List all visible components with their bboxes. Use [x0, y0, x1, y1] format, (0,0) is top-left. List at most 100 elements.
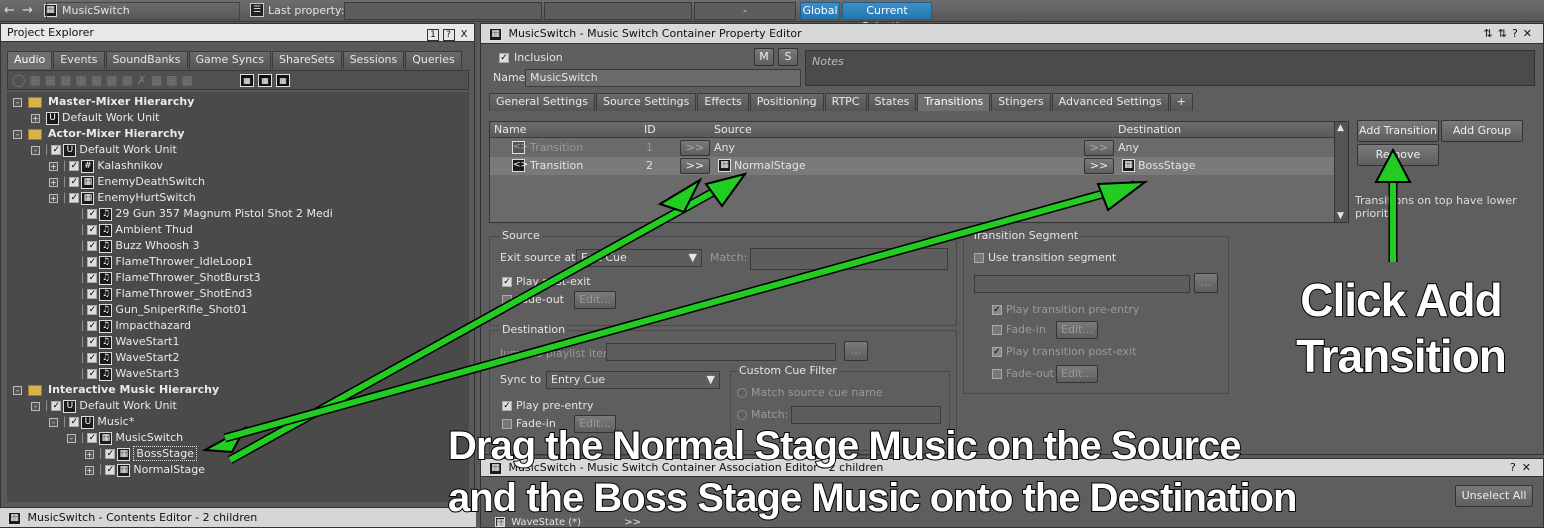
global-button[interactable]: Global [800, 2, 840, 20]
collapse-icon[interactable]: - [31, 401, 40, 411]
ts-fade-out-edit-button[interactable]: Edit... [1056, 365, 1098, 383]
tree-item[interactable]: + │ ✓ ▦ NormalStage [85, 462, 205, 478]
include-checkbox[interactable]: ✓ [87, 289, 98, 299]
ts-fade-in-checkbox[interactable] [992, 325, 1002, 335]
object-field[interactable] [46, 2, 240, 20]
close-icon[interactable]: ✕ [1523, 27, 1537, 40]
tree-item[interactable]: + │ ✓ ▦ EnemyDeathSwitch [49, 174, 205, 190]
tree-item[interactable]: - Actor-Mixer Hierarchy [13, 126, 185, 142]
include-checkbox[interactable]: ✓ [87, 321, 98, 331]
tree-item[interactable]: - │ ✓ U Default Work Unit [31, 142, 177, 158]
tab-effects[interactable]: Effects [697, 93, 749, 111]
play-post-exit-checkbox[interactable]: ✓ [502, 277, 512, 287]
collapse-icon[interactable]: - [13, 97, 22, 107]
tree-item[interactable]: │ ✓ ♫ FlameThrower_ShotEnd3 [67, 286, 252, 302]
tree-item[interactable]: - │ ✓ ▦ MusicSwitch [67, 430, 183, 446]
tree-item[interactable]: │ ✓ ♫ Ambient Thud [67, 222, 193, 238]
include-checkbox[interactable]: ✓ [105, 449, 116, 459]
solo-button[interactable]: S [778, 48, 798, 66]
use-transition-segment-checkbox[interactable] [974, 253, 984, 263]
expand-icon[interactable]: + [49, 161, 58, 171]
tree-item[interactable]: - Interactive Music Hierarchy [13, 382, 219, 398]
ts-fade-in-edit-button[interactable]: Edit... [1056, 321, 1098, 339]
help-icon[interactable]: ? [442, 29, 455, 41]
add-transition-button[interactable]: Add Transition [1357, 120, 1439, 142]
tab-states[interactable]: States [867, 93, 917, 111]
tree-item[interactable]: │ ✓ ♫ FlameThrower_ShotBurst3 [67, 270, 261, 286]
tree-item[interactable]: │ ✓ ♫ WaveStart2 [67, 350, 179, 366]
include-checkbox[interactable]: ✓ [69, 417, 80, 427]
remove-button[interactable]: Remove [1357, 144, 1439, 166]
tab-positioning[interactable]: Positioning [749, 93, 824, 111]
expand-icon[interactable]: + [49, 177, 58, 187]
jump-to-field[interactable] [606, 343, 836, 361]
destination-arrow-button[interactable]: >> [1084, 140, 1114, 156]
properties-icon[interactable]: ☰ [250, 3, 264, 17]
include-checkbox[interactable]: ✓ [87, 337, 98, 347]
tab-soundbanks[interactable]: SoundBanks [105, 51, 188, 69]
close-icon[interactable]: ✕ [1522, 461, 1537, 474]
match-field[interactable] [750, 248, 948, 270]
transition-segment-browse-button[interactable]: ... [1194, 273, 1218, 293]
source-arrow-button[interactable]: >> [680, 158, 710, 174]
jump-to-browse-button[interactable]: ... [844, 341, 868, 361]
music-segment-icon[interactable]: ▦ [240, 74, 254, 87]
tree-item[interactable]: │ ✓ ♫ FlameThrower_IdleLoop1 [67, 254, 253, 270]
tab-sharesets[interactable]: ShareSets [272, 51, 342, 69]
match-source-cue-radio[interactable] [737, 388, 747, 398]
scroll-down-icon[interactable]: ▼ [1337, 211, 1344, 221]
include-checkbox[interactable]: ✓ [87, 369, 98, 379]
table-row[interactable]: <> Transition 2 >> ▦ NormalStage >> ▦ Bo… [490, 157, 1335, 175]
include-checkbox[interactable]: ✓ [87, 353, 98, 363]
tab-transitions[interactable]: Transitions [917, 93, 991, 111]
destination-arrow-button[interactable]: >> [1084, 158, 1114, 174]
last-property-value-field[interactable] [544, 2, 692, 20]
include-checkbox[interactable]: ✓ [51, 145, 62, 155]
last-property-dash-field[interactable]: - [694, 2, 796, 20]
tree-item[interactable]: - │ ✓ U Default Work Unit [31, 398, 177, 414]
include-checkbox[interactable]: ✓ [87, 209, 98, 219]
tab-source-settings[interactable]: Source Settings [595, 93, 697, 111]
tree-item[interactable]: │ ✓ ♫ Buzz Whoosh 3 [67, 238, 200, 254]
tree-item[interactable]: │ ✓ ♫ WaveStart1 [67, 334, 179, 350]
include-checkbox[interactable]: ✓ [105, 465, 116, 475]
include-checkbox[interactable]: ✓ [87, 225, 98, 235]
arrow-right-icon[interactable]: → [22, 3, 33, 18]
play-pre-entry-checkbox[interactable]: ✓ [502, 401, 512, 411]
arrow-left-icon[interactable]: ← [4, 3, 15, 18]
include-checkbox[interactable]: ✓ [69, 193, 80, 203]
include-checkbox[interactable]: ✓ [51, 401, 62, 411]
notes-field[interactable]: Notes [805, 50, 1535, 86]
expand-icon[interactable]: + [85, 449, 94, 459]
fade-out-checkbox[interactable] [502, 295, 512, 305]
tree-item[interactable]: - │ ✓ U Music* [49, 414, 134, 430]
include-checkbox[interactable]: ✓ [87, 241, 98, 251]
collapse-icon[interactable]: - [67, 433, 76, 443]
include-checkbox[interactable]: ✓ [87, 257, 98, 267]
name-field[interactable]: MusicSwitch [525, 69, 801, 87]
source-arrow-button[interactable]: >> [680, 140, 710, 156]
layout-1-icon[interactable]: 1 [427, 29, 439, 41]
tree-item[interactable]: + │ ✓ ▦ EnemyHurtSwitch [49, 190, 196, 206]
help-icon[interactable]: ? [1510, 461, 1522, 474]
collapse-icon[interactable]: - [31, 145, 40, 155]
include-checkbox[interactable]: ✓ [87, 273, 98, 283]
sync-to-select[interactable]: Entry Cue ▼ [546, 371, 720, 389]
mute-button[interactable]: M [754, 48, 774, 66]
collapse-icon[interactable]: - [13, 385, 22, 395]
table-row[interactable]: <> Transition 1 >> Any >> Any [490, 139, 1335, 157]
play-transition-post-exit-checkbox[interactable]: ✓ [992, 347, 1002, 357]
help-icon[interactable]: ? [1512, 27, 1523, 40]
tab-sessions[interactable]: Sessions [342, 51, 405, 69]
tree-item[interactable]: + │ ✓ ▦ BossStage [85, 446, 197, 462]
scroll-up-icon[interactable]: ▲ [1337, 123, 1344, 133]
link-icon[interactable]: ⇅ [1498, 27, 1512, 40]
tab-events[interactable]: Events [53, 51, 105, 69]
expand-icon[interactable]: + [49, 193, 58, 203]
tree-item[interactable]: - Master-Mixer Hierarchy [13, 94, 194, 110]
tree-item[interactable]: │ ✓ ♫ 29 Gun 357 Magnum Pistol Shot 2 Medi [67, 206, 333, 222]
tab-queries[interactable]: Queries [405, 51, 462, 69]
tab-general-settings[interactable]: General Settings [489, 93, 595, 111]
music-playlist-icon[interactable]: ▦ [258, 74, 272, 87]
add-group-button[interactable]: Add Group [1441, 120, 1523, 142]
